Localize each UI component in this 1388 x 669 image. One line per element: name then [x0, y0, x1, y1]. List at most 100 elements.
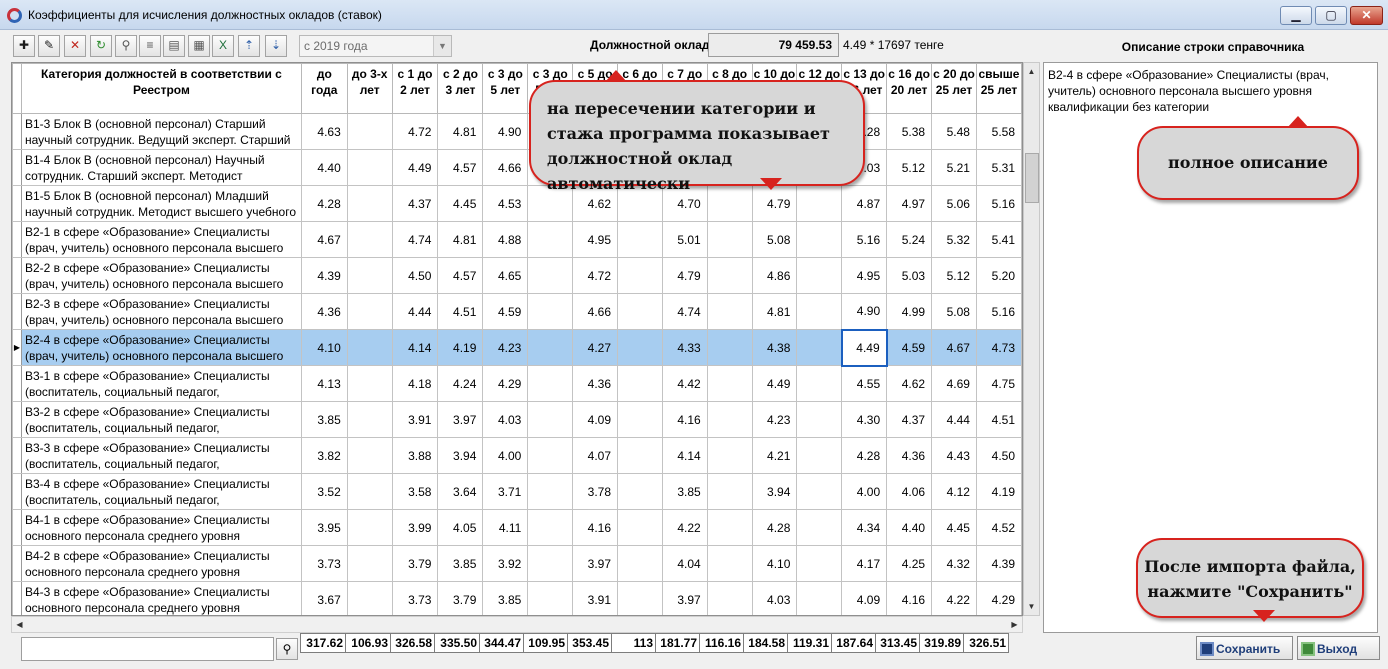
year-select[interactable]: с 2019 года ▼ — [299, 35, 452, 57]
coefficient-cell[interactable]: 4.49 — [391, 149, 439, 186]
coefficient-cell[interactable]: 4.32 — [931, 545, 977, 582]
scroll-right-icon[interactable]: ▶ — [1007, 617, 1022, 632]
scroll-thumb[interactable] — [1025, 153, 1039, 203]
coefficient-cell[interactable]: 4.22 — [661, 509, 708, 546]
coefficient-cell[interactable] — [796, 581, 843, 615]
row-indicator[interactable] — [12, 257, 22, 294]
category-cell[interactable]: В4-2 в сфере «Образование» Специалисты о… — [20, 545, 302, 582]
coefficient-cell[interactable] — [527, 509, 574, 546]
coefficient-cell[interactable]: 4.13 — [300, 365, 348, 402]
column-header-experience[interactable]: с 16 до 20 лет — [886, 63, 933, 114]
coefficient-cell[interactable]: 4.73 — [975, 329, 1022, 366]
scroll-down-icon[interactable]: ▼ — [1024, 598, 1039, 615]
coefficient-cell[interactable]: 4.55 — [841, 365, 888, 402]
coefficient-cell[interactable] — [796, 257, 843, 294]
coefficient-cell[interactable] — [346, 329, 393, 366]
coefficient-cell[interactable]: 3.85 — [482, 581, 529, 615]
coefficient-cell[interactable] — [617, 437, 663, 474]
coefficient-cell[interactable] — [346, 221, 393, 258]
coefficient-cell[interactable] — [796, 509, 843, 546]
coefficient-cell[interactable]: 5.21 — [931, 149, 977, 186]
row-indicator[interactable] — [12, 401, 22, 438]
coefficient-cell[interactable] — [706, 545, 753, 582]
coefficient-cell[interactable]: 4.49 — [751, 365, 798, 402]
coefficient-cell[interactable]: 5.48 — [931, 113, 977, 150]
coefficient-cell[interactable] — [617, 257, 663, 294]
coefficient-cell[interactable] — [796, 473, 843, 510]
coefficient-cell[interactable]: 3.67 — [300, 581, 348, 615]
coefficient-cell[interactable]: 4.09 — [841, 581, 888, 615]
coefficient-cell[interactable] — [617, 293, 663, 330]
coefficient-cell[interactable]: 4.16 — [661, 401, 708, 438]
coefficient-cell[interactable]: 5.12 — [886, 149, 933, 186]
coefficient-cell[interactable]: 4.51 — [975, 401, 1022, 438]
coefficient-cell[interactable]: 4.45 — [437, 185, 484, 222]
coefficient-cell[interactable]: 4.28 — [300, 185, 348, 222]
coefficient-cell[interactable]: 4.12 — [931, 473, 977, 510]
row-indicator[interactable] — [12, 149, 22, 186]
coefficient-cell[interactable]: 4.81 — [437, 221, 484, 258]
row-indicator[interactable] — [12, 509, 22, 546]
horizontal-scrollbar[interactable]: ◀ ▶ — [11, 616, 1023, 633]
coefficient-cell[interactable]: 4.49 — [840, 328, 888, 367]
coefficient-cell[interactable]: 4.67 — [931, 329, 977, 366]
excel-export-button[interactable]: X — [212, 35, 234, 57]
coefficient-cell[interactable]: 5.16 — [975, 185, 1022, 222]
coefficient-cell[interactable]: 4.95 — [572, 221, 618, 258]
coefficient-cell[interactable]: 5.32 — [931, 221, 977, 258]
coefficient-cell[interactable]: 4.23 — [751, 401, 798, 438]
coefficient-cell[interactable]: 5.08 — [931, 293, 977, 330]
column-header-experience[interactable]: с 20 до 25 лет — [931, 63, 977, 114]
coefficient-cell[interactable]: 4.74 — [391, 221, 439, 258]
coefficient-cell[interactable]: 4.50 — [975, 437, 1022, 474]
coefficient-cell[interactable]: 3.79 — [391, 545, 439, 582]
table-row[interactable]: В2-2 в сфере «Образование» Специалисты (… — [12, 257, 1022, 294]
coefficient-cell[interactable] — [617, 329, 663, 366]
coefficient-cell[interactable]: 5.58 — [975, 113, 1022, 150]
coefficient-cell[interactable]: 4.66 — [572, 293, 618, 330]
coefficient-cell[interactable]: 4.36 — [572, 365, 618, 402]
coefficient-cell[interactable] — [346, 401, 393, 438]
category-cell[interactable]: В1-5 Блок В (основной персонал) Младший … — [20, 185, 302, 222]
coefficient-cell[interactable]: 4.34 — [841, 509, 888, 546]
coefficient-cell[interactable] — [706, 185, 753, 222]
coefficient-cell[interactable] — [706, 365, 753, 402]
search-input[interactable] — [21, 637, 274, 661]
sort-button[interactable]: ≡ — [139, 35, 161, 57]
coefficient-cell[interactable]: 3.94 — [751, 473, 798, 510]
coefficient-cell[interactable]: 4.90 — [482, 113, 529, 150]
coefficient-cell[interactable] — [796, 545, 843, 582]
coefficient-cell[interactable] — [527, 221, 574, 258]
coefficient-cell[interactable]: 4.17 — [841, 545, 888, 582]
coefficient-cell[interactable] — [346, 545, 393, 582]
coefficient-cell[interactable]: 4.51 — [437, 293, 484, 330]
coefficient-cell[interactable]: 4.81 — [437, 113, 484, 150]
add-button[interactable]: ✚ — [13, 35, 35, 57]
coefficient-cell[interactable] — [346, 581, 393, 615]
coefficient-cell[interactable]: 4.29 — [975, 581, 1022, 615]
coefficient-cell[interactable] — [796, 401, 843, 438]
coefficient-cell[interactable]: 4.72 — [391, 113, 439, 150]
coefficient-cell[interactable]: 4.66 — [482, 149, 529, 186]
coefficient-cell[interactable]: 3.82 — [300, 437, 348, 474]
coefficient-cell[interactable] — [796, 365, 843, 402]
coefficient-cell[interactable]: 5.12 — [931, 257, 977, 294]
category-cell[interactable]: В1-3 Блок В (основной персонал) Старший … — [20, 113, 302, 150]
coefficient-cell[interactable]: 4.44 — [931, 401, 977, 438]
column-header-experience[interactable]: до 3-х лет — [346, 63, 393, 114]
calculator-button[interactable]: ▦ — [188, 35, 210, 57]
row-indicator[interactable] — [12, 545, 22, 582]
coefficient-cell[interactable]: 5.38 — [886, 113, 933, 150]
coefficient-cell[interactable]: 5.31 — [975, 149, 1022, 186]
coefficient-cell[interactable]: 4.63 — [300, 113, 348, 150]
coefficient-cell[interactable] — [706, 401, 753, 438]
table-row[interactable]: В3-2 в сфере «Образование» Специалисты (… — [12, 401, 1022, 438]
coefficient-cell[interactable] — [796, 221, 843, 258]
coefficient-cell[interactable]: 3.95 — [300, 509, 348, 546]
category-cell[interactable]: В3-1 в сфере «Образование» Специалисты (… — [20, 365, 302, 402]
coefficient-cell[interactable]: 4.22 — [931, 581, 977, 615]
coefficient-cell[interactable] — [796, 329, 843, 366]
coefficient-cell[interactable]: 4.62 — [886, 365, 933, 402]
coefficient-cell[interactable]: 4.04 — [661, 545, 708, 582]
coefficient-cell[interactable]: 4.07 — [572, 437, 618, 474]
